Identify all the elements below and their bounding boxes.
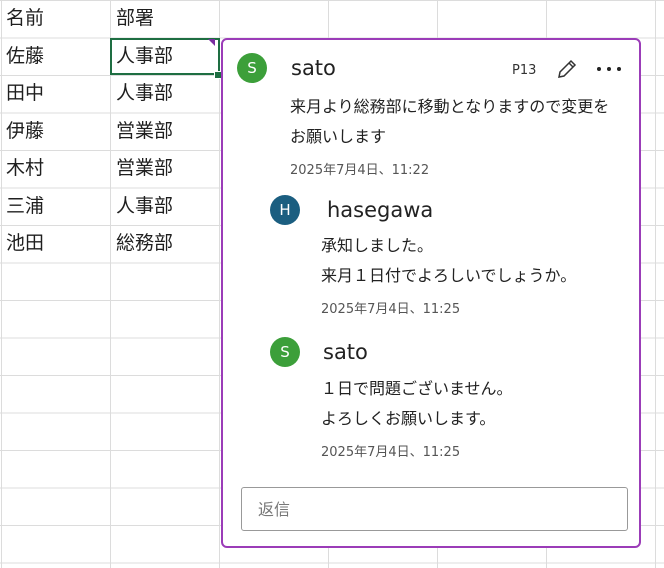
- comment-timestamp: 2025年7月4日、11:25: [321, 445, 461, 460]
- cell-name[interactable]: 田中: [0, 75, 110, 112]
- comment-line: １日で問題ございません。: [321, 379, 513, 398]
- cell-dept[interactable]: 営業部: [110, 150, 220, 187]
- cell-name[interactable]: 佐藤: [0, 38, 110, 75]
- comment-author: hasegawa: [327, 198, 434, 222]
- comment-line: よろしくお願いします。: [321, 408, 496, 428]
- comment-line: 来月より総務部に移動となりますので変更を: [290, 97, 610, 116]
- comment-line: お願いします: [290, 126, 387, 146]
- comment-line: 承知しました。: [321, 236, 434, 255]
- comment-indicator-icon: [208, 39, 215, 46]
- sheet-reference: P13: [512, 63, 537, 78]
- comment-timestamp: 2025年7月4日、11:25: [321, 302, 461, 317]
- cell-dept[interactable]: 人事部: [110, 75, 220, 112]
- avatar: S: [237, 53, 267, 83]
- cell-name[interactable]: 伊藤: [0, 113, 110, 150]
- comment-body: 承知しました。 来月１日付でよろしいでしょうか。: [321, 231, 576, 290]
- comment-author: sato: [323, 340, 368, 364]
- comment-body: 来月より総務部に移動となりますので変更を お願いします: [290, 92, 609, 151]
- reply-input[interactable]: [241, 487, 628, 531]
- header-cell-dept[interactable]: 部署: [110, 0, 220, 37]
- cell-dept[interactable]: 総務部: [110, 225, 220, 262]
- comment-line: 来月１日付でよろしいでしょうか。: [321, 265, 577, 285]
- avatar: S: [270, 337, 300, 367]
- header-cell-name[interactable]: 名前: [0, 0, 110, 37]
- comment-timestamp: 2025年7月4日、11:22: [290, 163, 430, 178]
- avatar: H: [270, 195, 300, 225]
- comment-thread-card: S sato P13 来月より総務部に移動となりますので変更を お願いします 2…: [221, 38, 641, 548]
- comment-author: sato: [291, 56, 336, 80]
- cell-dept[interactable]: 営業部: [110, 113, 220, 150]
- cell-name[interactable]: 三浦: [0, 188, 110, 225]
- cell-name[interactable]: 木村: [0, 150, 110, 187]
- cell-dept-selected[interactable]: 人事部: [110, 37, 220, 75]
- cell-name[interactable]: 池田: [0, 225, 110, 262]
- cell-dept[interactable]: 人事部: [110, 188, 220, 225]
- more-options-icon[interactable]: [595, 60, 623, 78]
- comment-body: １日で問題ございません。 よろしくお願いします。: [321, 374, 513, 433]
- pencil-icon[interactable]: [555, 57, 579, 81]
